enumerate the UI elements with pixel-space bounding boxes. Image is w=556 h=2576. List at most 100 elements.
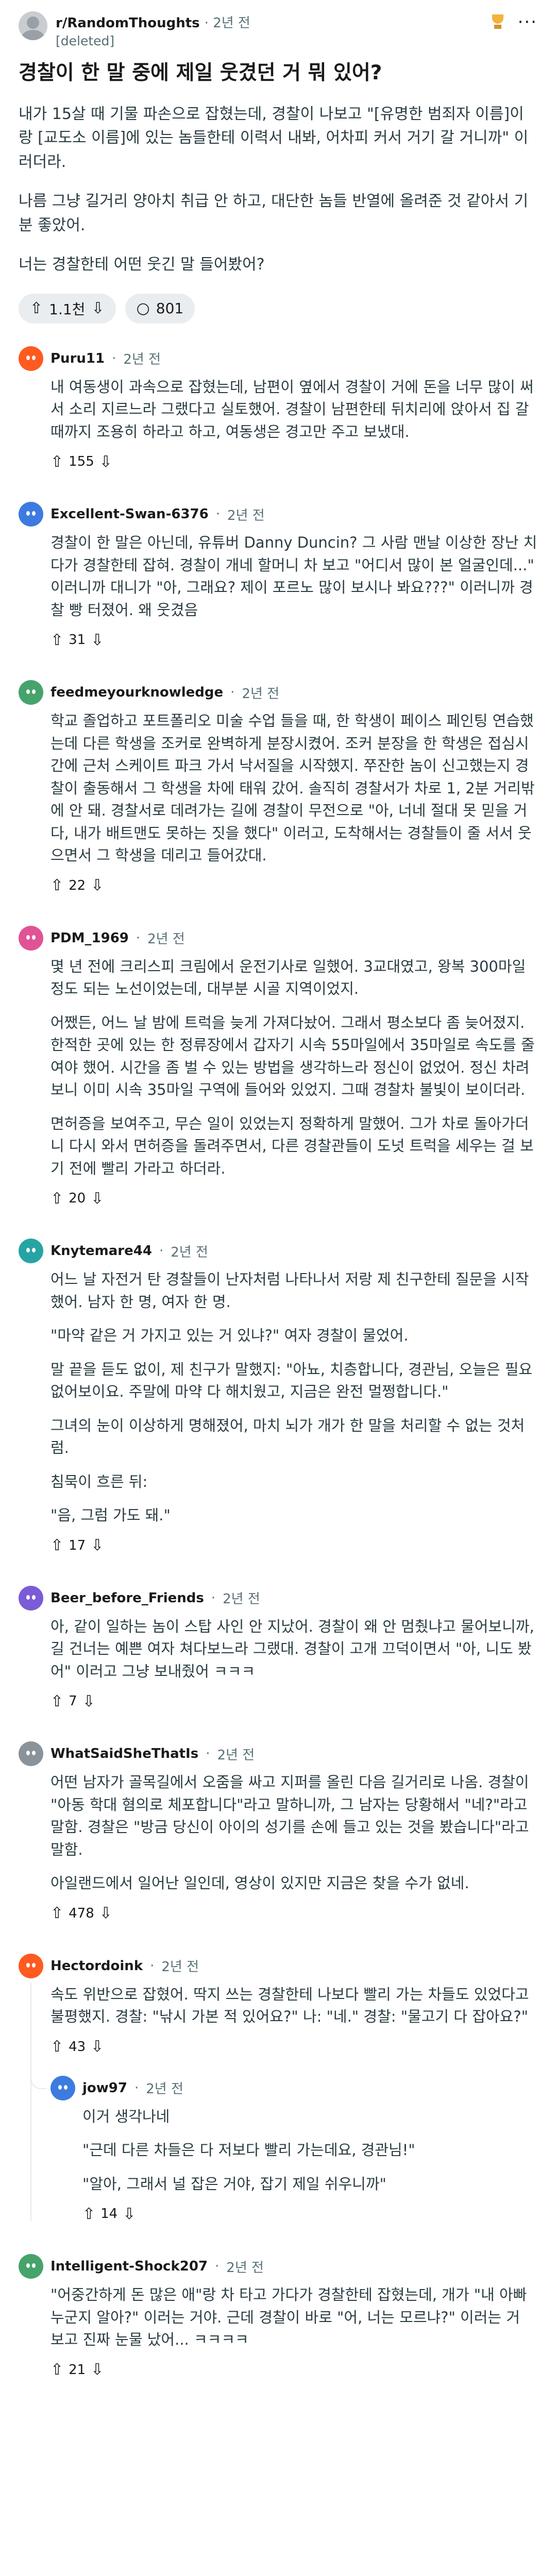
comment: PDM_1969 · 2년 전 몇 년 전에 크리스피 크림에서 운전기사로 일… (19, 925, 537, 1210)
comment: Puru11 · 2년 전 내 여동생이 과속으로 잡혔는데, 남편이 옆에서 … (19, 346, 537, 473)
comment-actions: ⇧ 14 ⇩ (82, 2202, 537, 2225)
post-title: 경찰이 한 말 중에 제일 웃겼던 거 뭐 있어? (19, 61, 382, 84)
comment-author[interactable]: Knytemare44 (50, 1243, 152, 1259)
post-paragraph: 나름 그냥 길거리 양아치 취급 안 하고, 대단한 놈들 반열에 올려준 것 … (19, 192, 529, 234)
comment-time: 2년 전 (226, 2260, 264, 2276)
upvote-icon[interactable]: ⇧ (50, 1536, 63, 1554)
comment-time: 2년 전 (171, 1244, 208, 1260)
comment: feedmeyourknowledge · 2년 전 학교 졸업하고 포트폴리오… (19, 680, 537, 897)
comment-actions: ⇧ 478 ⇩ (50, 1902, 537, 1925)
page: r/RandomThoughts · 2년 전 [deleted] ··· 경찰… (0, 0, 556, 2402)
comment-actions: ⇧ 17 ⇩ (50, 1534, 537, 1557)
comment: Beer_before_Friends · 2년 전 아, 같이 일하는 놈이 … (19, 1585, 537, 1713)
comment-author[interactable]: Beer_before_Friends (50, 1590, 204, 1606)
comment-vote-count: 17 (69, 1537, 86, 1553)
downvote-icon[interactable]: ⇩ (91, 1536, 104, 1554)
downvote-icon[interactable]: ⇩ (91, 876, 104, 894)
upvote-icon[interactable]: ⇧ (50, 2361, 63, 2379)
upvote-icon[interactable]: ⇧ (30, 299, 43, 317)
comment-author[interactable]: Excellent-Swan-6376 (50, 506, 209, 522)
post-paragraph: 내가 15살 때 기물 파손으로 잡혔는데, 경찰이 나보고 "[유명한 범죄자… (19, 105, 529, 171)
comment: Excellent-Swan-6376 · 2년 전 경찰이 한 말은 아닌데,… (19, 502, 537, 651)
comment-time: 2년 전 (227, 507, 265, 523)
upvote-icon[interactable]: ⇧ (50, 631, 63, 649)
comment-time: 2년 전 (242, 686, 280, 702)
downvote-icon[interactable]: ⇩ (99, 453, 112, 471)
comment-author[interactable]: feedmeyourknowledge (50, 685, 223, 700)
avatar[interactable] (19, 1741, 43, 1767)
comment-vote-count: 14 (100, 2206, 118, 2222)
avatar[interactable] (19, 1953, 43, 1978)
avatar[interactable] (19, 1585, 43, 1611)
comment-vote-count: 7 (69, 1693, 77, 1709)
comment-author[interactable]: jow97 (82, 2080, 127, 2096)
comment-actions: ⇧ 31 ⇩ (50, 629, 537, 651)
comment-text: 어떤 남자가 골목길에서 오줌을 싸고 지퍼를 올린 다음 길거리로 나옴. 경… (50, 1773, 529, 1892)
comment: Knytemare44 · 2년 전 어느 날 자전거 탄 경찰들이 난자처럼 … (19, 1239, 537, 1557)
comment-text: 학교 졸업하고 포트폴리오 미술 수업 들을 때, 한 학생이 페이스 페인팅 … (50, 712, 535, 865)
comment-time: 2년 전 (146, 2081, 183, 2097)
upvote-icon[interactable]: ⇧ (50, 453, 63, 471)
comment-vote-count: 31 (69, 632, 86, 648)
avatar[interactable] (19, 680, 43, 705)
comment-text: 어느 날 자전거 탄 경찰들이 난자처럼 나타나서 저랑 제 친구한테 질문을 … (50, 1270, 533, 1524)
comment-actions: ⇧ 22 ⇩ (50, 874, 537, 897)
comment-text: 이거 생각나네 "근데 다른 차들은 다 저보다 빨리 가는데요, 경관님!" … (82, 2107, 415, 2193)
comment-author[interactable]: WhatSaidSheThatIs (50, 1746, 198, 1761)
comment-actions: ⇧ 20 ⇩ (50, 1187, 537, 1210)
post-vote-pill: ⇧ 1.1천 ⇩ (19, 293, 116, 324)
avatar[interactable] (19, 502, 43, 527)
comment-vote-count: 155 (69, 454, 94, 470)
downvote-icon[interactable]: ⇩ (91, 299, 104, 317)
comment-author[interactable]: PDM_1969 (50, 930, 129, 946)
downvote-icon[interactable]: ⇩ (91, 631, 104, 649)
avatar[interactable] (19, 1239, 43, 1264)
comment-actions: ⇧ 21 ⇩ (50, 2359, 537, 2381)
avatar[interactable] (19, 925, 43, 951)
thread-line[interactable] (30, 1982, 31, 2222)
comment-vote-count: 21 (69, 2362, 86, 2378)
comment-author[interactable]: Hectordoink (50, 1958, 143, 1974)
downvote-icon[interactable]: ⇩ (99, 1904, 112, 1922)
subreddit-avatar[interactable] (19, 11, 47, 40)
subreddit-name[interactable]: r/RandomThoughts (56, 15, 200, 31)
downvote-icon[interactable]: ⇩ (82, 1692, 95, 1710)
comment-text: 경찰이 한 말은 아닌데, 유튜버 Danny Duncin? 그 사람 맨날 … (50, 534, 537, 619)
avatar[interactable] (50, 2075, 75, 2100)
post-comment-count: 801 (156, 300, 184, 317)
post-comments-button[interactable]: ○ 801 (125, 293, 195, 324)
comment-time: 2년 전 (161, 1959, 199, 1975)
avatar[interactable] (19, 346, 43, 371)
downvote-icon[interactable]: ⇩ (91, 2361, 104, 2379)
upvote-icon[interactable]: ⇧ (50, 876, 63, 894)
downvote-icon[interactable]: ⇩ (123, 2205, 136, 2223)
comment-text: 내 여동생이 과속으로 잡혔는데, 남편이 옆에서 경찰이 거에 돈을 너무 많… (50, 378, 534, 440)
downvote-icon[interactable]: ⇩ (91, 2038, 104, 2056)
post-author[interactable]: [deleted] (56, 33, 250, 48)
upvote-icon[interactable]: ⇧ (50, 2038, 63, 2056)
upvote-icon[interactable]: ⇧ (50, 1904, 63, 1922)
award-icon[interactable] (489, 14, 507, 30)
upvote-icon[interactable]: ⇧ (50, 1190, 63, 1208)
comment-vote-count: 20 (69, 1191, 86, 1207)
comment-text: 몇 년 전에 크리스피 크림에서 운전기사로 일했어. 3교대였고, 왕복 30… (50, 957, 535, 1177)
post-paragraph: 너는 경찰한테 어떤 웃긴 말 들어봤어? (19, 256, 265, 274)
comment-actions: ⇧ 7 ⇩ (50, 1690, 537, 1713)
post-body: 내가 15살 때 기물 파손으로 잡혔는데, 경찰이 나보고 "[유명한 범죄자… (19, 103, 537, 277)
downvote-icon[interactable]: ⇩ (91, 1190, 104, 1208)
post-vote-count: 1.1천 (49, 300, 86, 318)
comment-author[interactable]: Puru11 (50, 351, 105, 366)
post-meta: r/RandomThoughts · 2년 전 [deleted] (56, 15, 250, 48)
comment-time: 2년 전 (217, 1747, 255, 1763)
comment-text: 속도 위반으로 잡혔어. 딱지 쓰는 경찰한테 나보다 빨리 가는 차들도 있었… (50, 1985, 529, 2026)
comment: Intelligent-Shock207 · 2년 전 "어중간하게 돈 많은 … (19, 2254, 537, 2381)
upvote-icon[interactable]: ⇧ (82, 2205, 95, 2223)
post-header: r/RandomThoughts · 2년 전 [deleted] ··· (19, 11, 537, 48)
upvote-icon[interactable]: ⇧ (50, 1692, 63, 1710)
comment-time: 2년 전 (147, 931, 185, 947)
more-options-icon[interactable]: ··· (518, 13, 537, 31)
comment-author[interactable]: Intelligent-Shock207 (50, 2259, 208, 2274)
comment-text: 아, 같이 일하는 놈이 스탑 사인 안 지났어. 경찰이 왜 안 멈췄냐고 물… (50, 1617, 534, 1680)
avatar[interactable] (19, 2254, 43, 2279)
post-actions: ⇧ 1.1천 ⇩ ○ 801 (19, 293, 537, 324)
